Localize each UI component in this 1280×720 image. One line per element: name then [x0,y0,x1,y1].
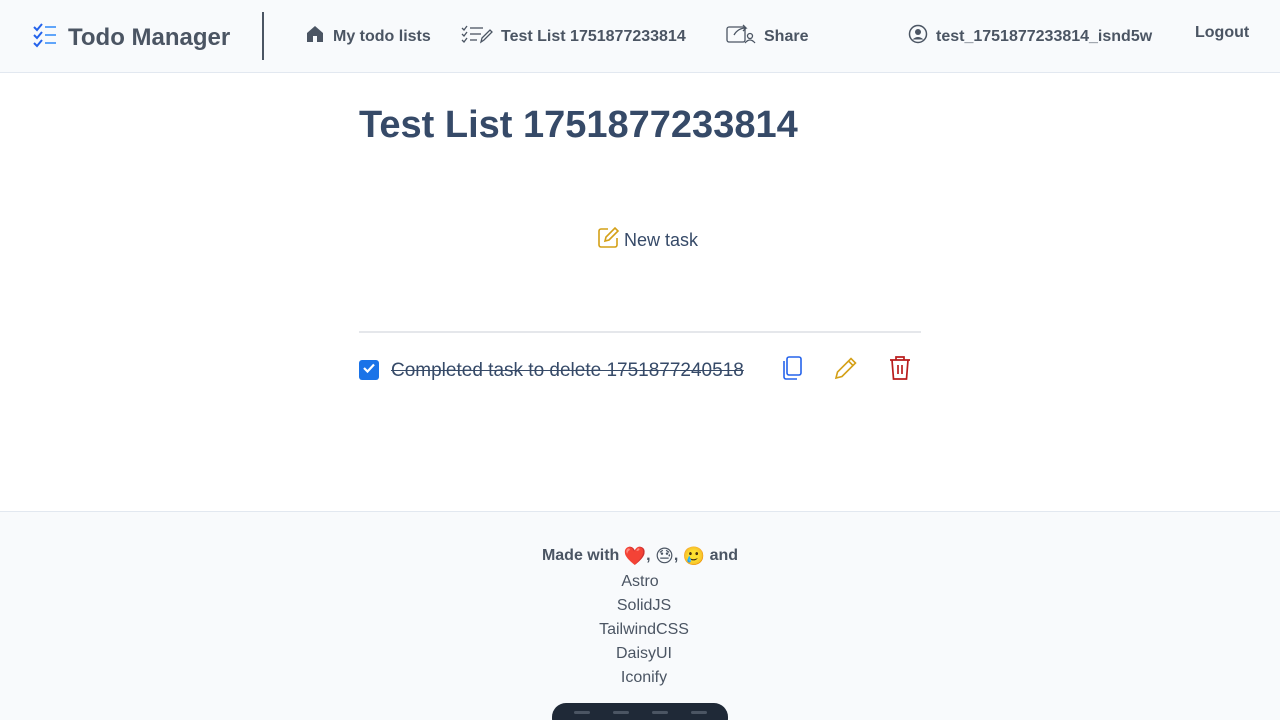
edit-task-button[interactable] [832,356,860,384]
tech-link-astro[interactable]: Astro [0,570,1280,594]
nav-user-label: test_1751877233814_isnd5w [936,27,1153,45]
copy-task-button[interactable] [778,355,806,386]
list-check-icon [32,22,58,53]
user-circle-icon [908,24,928,49]
divider [359,331,921,333]
logout-label: Logout [1195,24,1250,41]
new-task-label: New task [624,230,699,250]
tech-list: Astro SolidJS TailwindCSS DaisyUI Iconif… [0,570,1280,690]
tech-link-tailwindcss[interactable]: TailwindCSS [4,618,1280,642]
made-with-line: Made with ❤️, 😓, 🥲 and [541,546,739,566]
made-with-prefix: Made with [541,547,620,564]
tech-link-iconify[interactable]: Iconify [4,666,1280,690]
tech-link-daisyui[interactable]: DaisyUI [4,642,1280,666]
app-header: Todo Manager My todo lists Test List 175… [0,0,1280,73]
task-row: Completed task to delete 1751877240518 [359,354,921,388]
home-icon [305,24,325,49]
dev-toolbar-item[interactable] [651,711,668,714]
footer: Made with ❤️, 😓, 🥲 and Astro SolidJS Tai… [0,511,1280,720]
check-icon [362,361,376,380]
dev-toolbar [552,703,728,720]
list-edit-icon [461,24,493,49]
sweat-emoji: 😓 [655,546,674,566]
logout-button[interactable]: Logout [1195,24,1249,42]
nav-my-todo-lists[interactable]: My todo lists [305,24,431,49]
copy-icon [780,355,804,386]
nav-share[interactable]: Share [726,24,808,49]
page-title: Test List 1751877233814 [359,104,798,146]
share-icon [726,24,756,49]
task-checkbox[interactable] [359,360,379,380]
nav-share-label: Share [764,27,809,45]
brand[interactable]: Todo Manager [32,22,230,53]
nav-my-todo-lists-label: My todo lists [333,27,431,45]
delete-task-button[interactable] [886,355,914,386]
made-with-suffix: and [709,547,739,564]
new-task-button[interactable]: New task [596,226,698,255]
dev-toolbar-item[interactable] [612,711,629,714]
trash-icon [888,355,912,386]
tech-link-solidjs[interactable]: SolidJS [4,594,1280,618]
pencil-icon [833,355,859,386]
brand-title: Todo Manager [68,23,231,51]
header-divider [262,12,264,60]
task-text: Completed task to delete 1751877240518 [391,360,744,381]
nav-current-list[interactable]: Test List 1751877233814 [461,24,686,49]
tear-smile-emoji: 🥲 [682,546,706,566]
nav-user[interactable]: test_1751877233814_isnd5w [908,24,1152,49]
nav-current-list-label: Test List 1751877233814 [501,27,686,45]
heart-emoji: ❤️ [623,546,647,566]
edit-square-icon [596,226,620,255]
dev-toolbar-item[interactable] [690,711,707,714]
dev-toolbar-item[interactable] [573,711,590,714]
